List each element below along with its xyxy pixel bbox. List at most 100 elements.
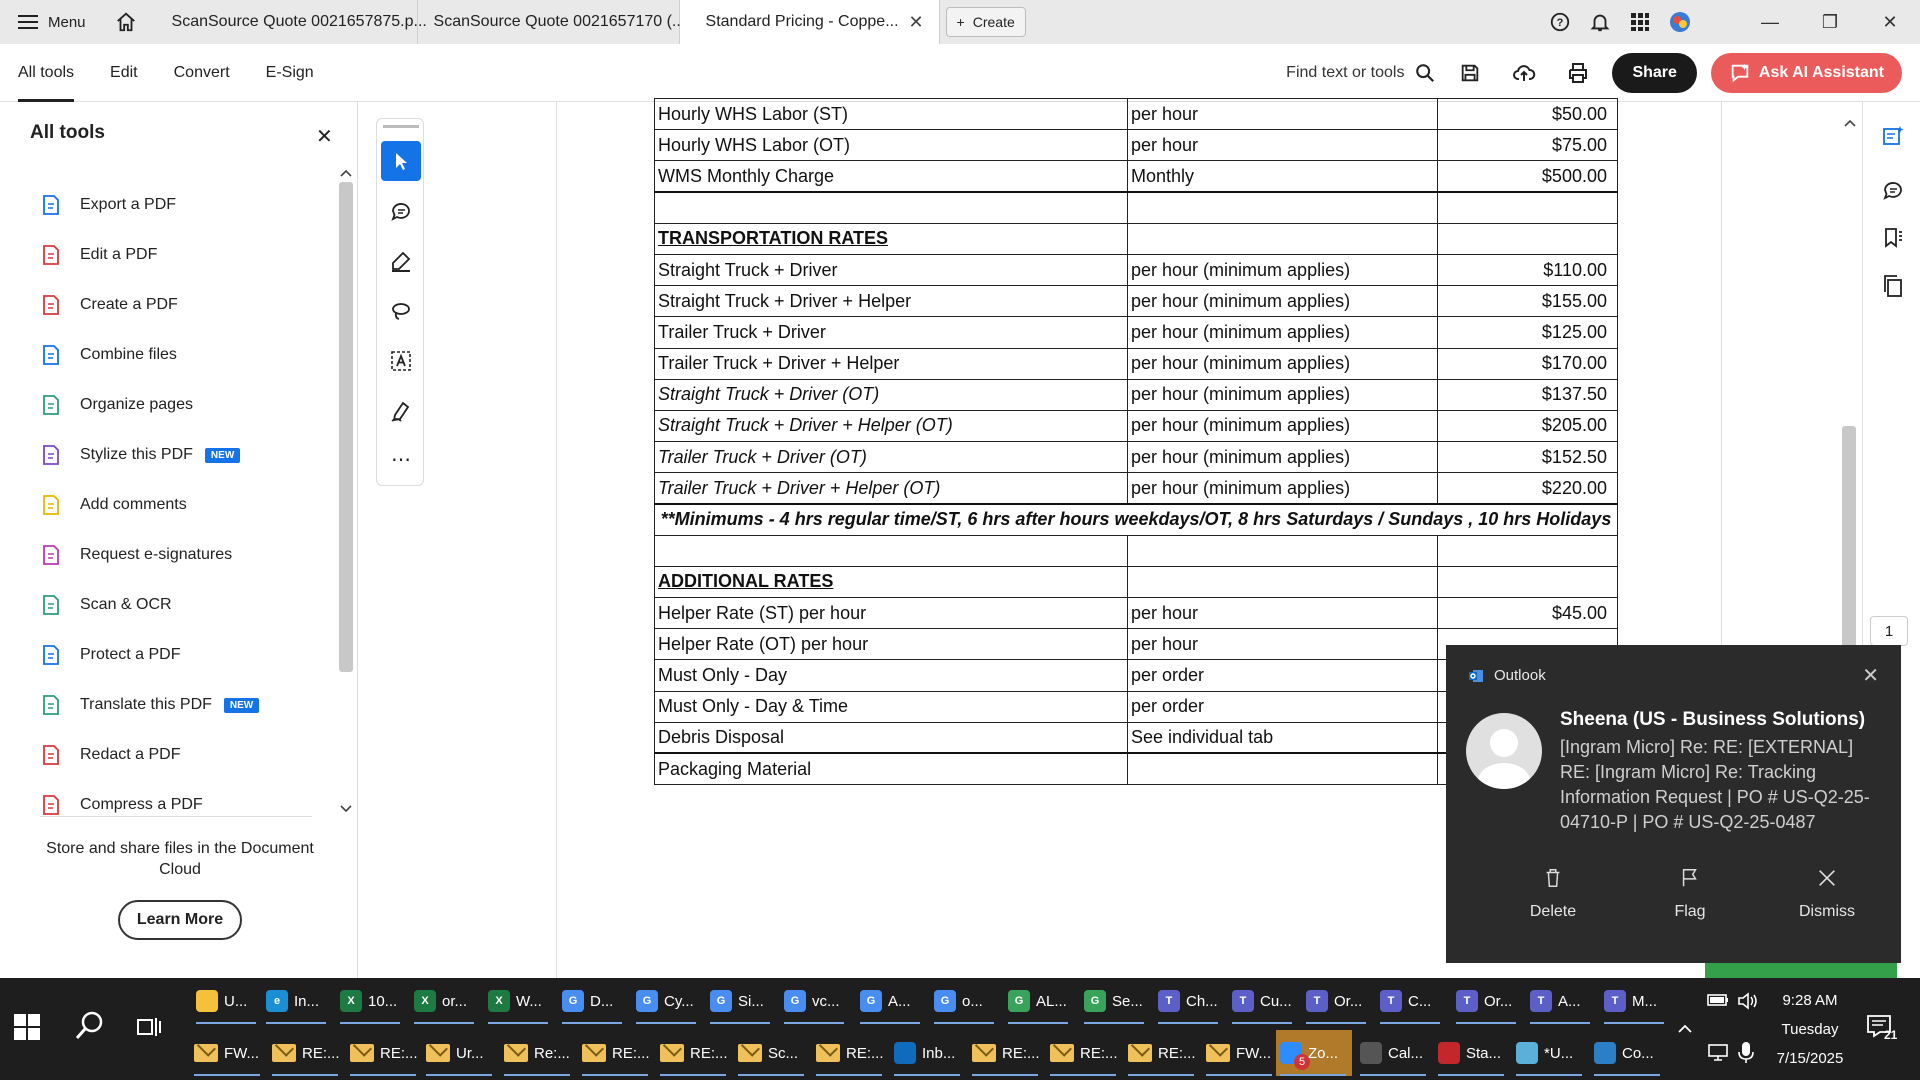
taskbar-app-row2[interactable]: Inb... — [890, 1030, 966, 1076]
find-text-or-tools[interactable]: Find text or tools — [1286, 62, 1436, 84]
taskbar-app-row2[interactable]: RE:... — [968, 1030, 1044, 1076]
taskbar-app-row2[interactable]: Sta... — [1434, 1030, 1510, 1076]
taskbar-app-row2[interactable]: RE:... — [1124, 1030, 1200, 1076]
battery-icon[interactable] — [1706, 990, 1730, 1010]
select-tool-icon[interactable] — [381, 141, 421, 181]
taskbar-app-row2[interactable]: Co... — [1590, 1030, 1666, 1076]
taskbar-app-row2[interactable]: RE:... — [656, 1030, 732, 1076]
taskbar-app-row2[interactable]: RE:... — [346, 1030, 422, 1076]
close-notification-icon[interactable]: ✕ — [1862, 663, 1879, 688]
ask-ai-assistant-button[interactable]: Ask AI Assistant — [1710, 53, 1902, 93]
taskbar-app-row2[interactable]: Cal... — [1356, 1030, 1432, 1076]
bookmarks-icon[interactable] — [1881, 226, 1905, 250]
taskbar-app-row1[interactable]: X 10... — [336, 978, 406, 1024]
taskbar-app-row2[interactable]: FW... — [190, 1030, 266, 1076]
taskbar-app-row1[interactable]: Go... — [930, 978, 1000, 1024]
taskbar-app-row1[interactable]: G A... — [856, 978, 926, 1024]
highlight-pen-icon[interactable] — [381, 241, 421, 281]
upload-cloud-icon[interactable] — [1504, 53, 1544, 93]
taskbar-app-row2[interactable]: RE:... — [578, 1030, 654, 1076]
clock[interactable]: 9:28 AM Tuesday 7/15/2025 — [1750, 986, 1870, 1073]
taskbar-app-row1[interactable]: G Si... — [706, 978, 776, 1024]
profile-avatar-icon[interactable] — [1660, 0, 1700, 44]
home-button[interactable] — [104, 0, 148, 44]
taskbar-app-row1[interactable]: Xor... — [410, 978, 480, 1024]
taskbar-app-row1[interactable]: T Or... — [1302, 978, 1372, 1024]
taskbar-app-row1[interactable]: G D... — [558, 978, 628, 1024]
taskbar-app-row1[interactable]: Gvc... — [780, 978, 850, 1024]
taskbar-app-row1[interactable]: T Ch... — [1154, 978, 1224, 1024]
taskbar-app-row2[interactable]: RE:... — [1046, 1030, 1122, 1076]
taskbar-app-row1[interactable]: X W... — [484, 978, 554, 1024]
tool-item-combine-files[interactable]: Combine files — [40, 330, 330, 380]
drag-handle[interactable] — [383, 125, 419, 128]
create-button[interactable]: + Create — [945, 7, 1026, 37]
delete-action[interactable]: Delete — [1493, 867, 1613, 921]
close-window-icon[interactable]: ✕ — [1860, 0, 1920, 44]
taskbar-app-row1[interactable]: T A... — [1526, 978, 1596, 1024]
tool-item-edit-pdf[interactable]: Edit a PDF — [40, 230, 330, 280]
taskbar-app-row2[interactable]: Re:... — [500, 1030, 576, 1076]
ai-summary-icon[interactable] — [1881, 124, 1905, 148]
nav-convert[interactable]: Convert — [174, 44, 230, 102]
text-box-icon[interactable] — [381, 341, 421, 381]
print-icon[interactable] — [1558, 53, 1598, 93]
task-view-icon[interactable] — [136, 1014, 162, 1040]
help-icon[interactable]: ? — [1540, 0, 1580, 44]
apps-grid-icon[interactable] — [1620, 0, 1660, 44]
save-icon[interactable] — [1450, 53, 1490, 93]
tab-scansource-quote-1[interactable]: ScanSource Quote 0021657875.p... — [156, 0, 427, 44]
minimize-icon[interactable]: — — [1740, 0, 1800, 44]
taskbar-app-row1[interactable]: G Cy... — [632, 978, 702, 1024]
page-thumbnails-icon[interactable] — [1881, 274, 1905, 298]
show-hidden-icons-icon[interactable] — [1676, 1022, 1694, 1036]
nav-edit[interactable]: Edit — [110, 44, 138, 102]
taskbar-app-row1[interactable]: T M... — [1600, 978, 1670, 1024]
taskbar-app-row2[interactable]: Zo... 5 — [1276, 1030, 1352, 1076]
more-tools-icon[interactable]: ⋯ — [381, 439, 421, 479]
tool-item-create-pdf[interactable]: Create a PDF — [40, 280, 330, 330]
taskbar-app-row1[interactable]: G AL... — [1004, 978, 1074, 1024]
page-number-indicator[interactable]: 1 — [1870, 616, 1908, 646]
taskbar-app-row1[interactable]: e In... — [262, 978, 332, 1024]
taskbar-app-row1[interactable]: T Cu... — [1228, 978, 1298, 1024]
tool-item-add-comments[interactable]: Add comments — [40, 480, 330, 530]
taskbar-app-row1[interactable]: T Or... — [1452, 978, 1522, 1024]
network-icon[interactable] — [1706, 1042, 1730, 1062]
tool-item-stylize-pdf[interactable]: Stylize this PDF NEW — [40, 430, 330, 480]
taskbar-app-row1[interactable]: G Se... — [1080, 978, 1150, 1024]
outlook-notification[interactable]: Outlook ✕ Sheena (US - Business Solution… — [1446, 645, 1901, 963]
close-tab-icon[interactable]: ✕ — [909, 12, 924, 33]
taskbar-search-icon[interactable] — [74, 1010, 106, 1044]
sign-pen-icon[interactable] — [381, 391, 421, 431]
comment-tool-icon[interactable] — [381, 191, 421, 231]
tool-item-redact-pdf[interactable]: Redact a PDF — [40, 730, 330, 780]
menu-button[interactable]: Menu — [0, 0, 104, 44]
tool-item-organize-pages[interactable]: Organize pages — [40, 380, 330, 430]
nav-all-tools[interactable]: All tools — [18, 44, 75, 102]
comments-panel-icon[interactable] — [1881, 178, 1905, 202]
close-panel-icon[interactable]: ✕ — [316, 124, 333, 149]
taskbar-app-row2[interactable]: *U... — [1512, 1030, 1588, 1076]
tool-item-protect-pdf[interactable]: Protect a PDF — [40, 630, 330, 680]
tool-item-translate-pdf[interactable]: Translate this PDF NEW — [40, 680, 330, 730]
taskbar-app-row1[interactable]: T C... — [1376, 978, 1446, 1024]
flag-action[interactable]: Flag — [1630, 867, 1750, 921]
panel-scroll-thumb[interactable] — [339, 182, 353, 672]
taskbar-app-row2[interactable]: RE:... — [812, 1030, 888, 1076]
learn-more-button[interactable]: Learn More — [118, 900, 242, 940]
tool-item-compress-pdf[interactable]: Compress a PDF — [40, 780, 330, 830]
taskbar-app-row2[interactable]: Ur... — [422, 1030, 498, 1076]
tool-item-export-pdf[interactable]: Export a PDF — [40, 180, 330, 230]
restore-icon[interactable]: ❐ — [1800, 0, 1860, 44]
nav-esign[interactable]: E-Sign — [266, 44, 314, 102]
taskbar-app-row2[interactable]: FW... — [1202, 1030, 1278, 1076]
dismiss-action[interactable]: Dismiss — [1767, 867, 1887, 921]
tab-standard-pricing[interactable]: Standard Pricing - Coppe... ✕ — [679, 0, 940, 44]
tool-item-request-esignatures[interactable]: Request e-signatures — [40, 530, 330, 580]
taskbar-app-row1[interactable]: U... — [192, 978, 262, 1024]
tab-scansource-quote-2[interactable]: ScanSource Quote 0021657170 (... — [418, 0, 685, 44]
lasso-draw-icon[interactable] — [381, 291, 421, 331]
windows-start-icon[interactable] — [14, 1014, 40, 1040]
action-center-button[interactable]: 21 — [1866, 1014, 1906, 1044]
